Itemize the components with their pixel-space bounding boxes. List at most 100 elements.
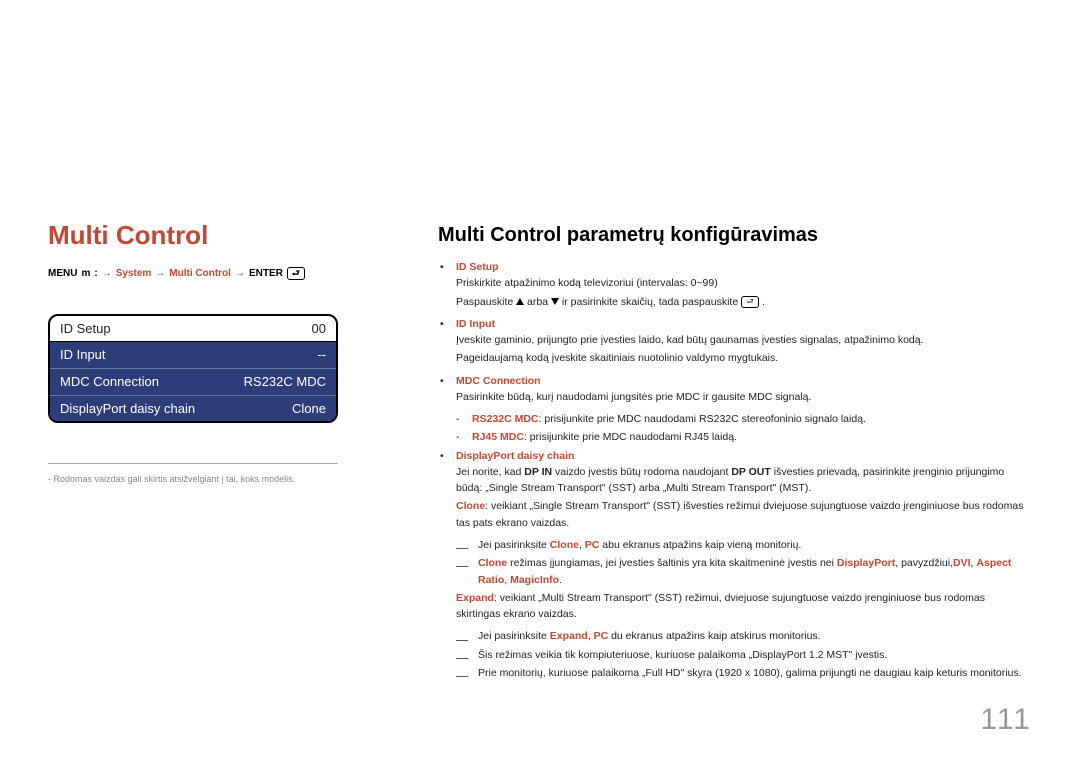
hl-clone: Clone <box>550 539 579 551</box>
enter-icon <box>741 296 759 308</box>
term-expand: Expand <box>456 592 494 604</box>
hl-expand: Expand <box>550 630 588 642</box>
text: Jei pasirinksite <box>478 630 550 642</box>
term-id-input: ID Input <box>456 316 1032 332</box>
text: : prisijunkite prie MDC naudodami RJ45 l… <box>524 431 737 443</box>
arrow-icon: → <box>235 268 245 279</box>
sub-item-rj45: - RJ45 MDC: prisijunkite prie MDC naudod… <box>456 429 1032 445</box>
item-displayport-daisy: • DisplayPort daisy chain Jei norite, ka… <box>438 448 1032 533</box>
hl-pc: PC <box>585 539 600 551</box>
text: vaizdo įvestis būtų rodoma naudojant <box>552 466 731 478</box>
text: Pasirinkite būdą, kurį naudodami jungsit… <box>456 389 1032 405</box>
hl-dvi: DVI <box>953 557 971 569</box>
bullet-icon: • <box>438 373 456 408</box>
text: , pavyzdžiui, <box>895 557 953 569</box>
text: Priskirkite atpažinimo kodą televizoriui… <box>456 275 1032 291</box>
menu-m: m <box>81 268 90 279</box>
text: Paspauskite <box>456 296 516 308</box>
dash-icon: - <box>456 429 472 445</box>
osd-value: 00 <box>312 321 326 336</box>
hl-magicinfo: MagicInfo <box>510 574 559 586</box>
menu-multi-control: Multi Control <box>169 268 231 279</box>
text: : veikiant „Single Stream Transport" (SS… <box>456 500 1023 528</box>
text: Expand: veikiant „Multi Stream Transport… <box>456 590 1032 623</box>
osd-label: MDC Connection <box>60 374 159 389</box>
term-id-setup: ID Setup <box>456 259 1032 275</box>
text: Pageidaujamą kodą įveskite skaitiniais n… <box>456 350 1032 366</box>
text: ir pasirinkite skaičių, tada paspauskite <box>562 296 741 308</box>
dash-icon <box>456 647 478 663</box>
menu-system: System <box>116 268 152 279</box>
down-triangle-icon <box>551 298 559 305</box>
osd-value: Clone <box>292 401 326 416</box>
osd-row-id-input[interactable]: ID Input -- <box>50 342 336 368</box>
bold-dp-out: DP OUT <box>731 466 770 478</box>
note-expand-2: Šis režimas veikia tik kompiuteriuose, k… <box>456 647 1032 663</box>
dash-icon <box>456 537 478 553</box>
term-clone: Clone <box>456 500 485 512</box>
menu-sep: : <box>94 268 97 279</box>
text: arba <box>527 296 551 308</box>
enter-icon <box>287 267 305 280</box>
dash-icon <box>456 628 478 644</box>
osd-label: ID Setup <box>60 321 111 336</box>
text: Paspauskite arba ir pasirinkite skaičių,… <box>456 294 1032 310</box>
note-clone-1: Jei pasirinksite Clone, PC abu ekranus a… <box>456 537 1032 553</box>
text: Clone: veikiant „Single Stream Transport… <box>456 498 1032 531</box>
text: Šis režimas veikia tik kompiuteriuose, k… <box>478 647 1032 663</box>
osd-label: DisplayPort daisy chain <box>60 401 195 416</box>
text: . <box>559 574 562 586</box>
arrow-icon: → <box>102 268 112 279</box>
item-id-input: • ID Input Įveskite gaminio, prijungto p… <box>438 316 1032 369</box>
text: Jei norite, kad DP IN vaizdo įvestis būt… <box>456 464 1032 497</box>
up-triangle-icon <box>516 298 524 305</box>
term-rj45: RJ45 MDC <box>472 431 524 443</box>
item-mdc-connection: • MDC Connection Pasirinkite būdą, kurį … <box>438 373 1032 408</box>
text: : veikiant „Multi Stream Transport" (SST… <box>456 592 985 620</box>
divider <box>48 463 338 464</box>
page-number: 111 <box>980 703 1032 737</box>
text: : prisijunkite prie MDC naudodami RS232C… <box>539 413 866 425</box>
note-clone-2: Clone režimas įjungiamas, jei įvesties š… <box>456 555 1032 588</box>
dash-icon <box>456 665 478 681</box>
dash-icon: - <box>456 411 472 427</box>
osd-value: -- <box>317 347 326 362</box>
footnote: - Rodomas vaizdas gali skirtis atsižvelg… <box>48 474 408 484</box>
osd-label: ID Input <box>60 347 106 362</box>
sub-item-rs232c: - RS232C MDC: prisijunkite prie MDC naud… <box>456 411 1032 427</box>
subheading: Multi Control parametrų konfigūravimas <box>438 224 1032 247</box>
text: Įveskite gaminio, prijungto prie įvestie… <box>456 332 1032 348</box>
definitions: • ID Setup Priskirkite atpažinimo kodą t… <box>438 259 1032 681</box>
term-displayport-daisy: DisplayPort daisy chain <box>456 448 1032 464</box>
item-expand: • Expand: veikiant „Multi Stream Transpo… <box>438 590 1032 625</box>
osd-menu: ID Setup 00 ID Input -- MDC Connection R… <box>48 314 338 423</box>
dash-icon <box>456 555 478 588</box>
menu-enter: ENTER <box>249 268 283 279</box>
bullet-icon: • <box>438 448 456 533</box>
osd-row-id-setup[interactable]: ID Setup 00 <box>50 316 336 342</box>
arrow-icon: → <box>155 268 165 279</box>
text: Jei norite, kad <box>456 466 524 478</box>
text: . <box>762 296 765 308</box>
text: abu ekranus atpažins kaip vieną monitori… <box>599 539 801 551</box>
osd-row-mdc-connection[interactable]: MDC Connection RS232C MDC <box>50 368 336 395</box>
text: Prie monitorių, kuriuose palaikoma „Full… <box>478 665 1032 681</box>
text: Jei pasirinksite <box>478 539 550 551</box>
bold-dp-in: DP IN <box>524 466 552 478</box>
bullet-icon: • <box>438 316 456 369</box>
text: režimas įjungiamas, jei įvesties šaltini… <box>507 557 837 569</box>
bullet-icon: • <box>438 259 456 312</box>
osd-value: RS232C MDC <box>244 374 326 389</box>
text: du ekranus atpažins kaip atskirus monito… <box>608 630 820 642</box>
hl-pc: PC <box>594 630 609 642</box>
menu-label: MENU <box>48 268 77 279</box>
term-rs232c: RS232C MDC <box>472 413 539 425</box>
item-id-setup: • ID Setup Priskirkite atpažinimo kodą t… <box>438 259 1032 312</box>
hl-clone: Clone <box>478 557 507 569</box>
menu-path: MENU m : → System → Multi Control → ENTE… <box>48 267 408 280</box>
term-mdc-connection: MDC Connection <box>456 373 1032 389</box>
osd-row-displayport-daisy[interactable]: DisplayPort daisy chain Clone <box>50 395 336 421</box>
note-expand-3: Prie monitorių, kuriuose palaikoma „Full… <box>456 665 1032 681</box>
hl-displayport: DisplayPort <box>837 557 895 569</box>
section-title: Multi Control <box>48 220 408 251</box>
